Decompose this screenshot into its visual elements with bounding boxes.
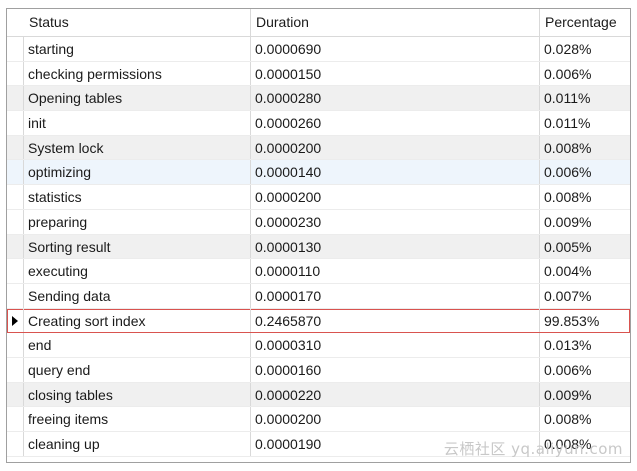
status-cell[interactable]: freeing items xyxy=(24,407,251,431)
duration-cell[interactable]: 0.0000110 xyxy=(251,259,540,283)
column-header-percentage[interactable]: Percentage xyxy=(540,9,630,36)
status-cell[interactable]: query end xyxy=(24,357,251,382)
status-cell[interactable]: checking permissions xyxy=(24,61,251,86)
table-row[interactable]: Opening tables 0.0000280 0.011% xyxy=(7,86,630,112)
grid-body: starting 0.0000690 0.028% checking permiss… xyxy=(7,37,630,457)
percentage-cell[interactable]: 0.008% xyxy=(540,407,630,431)
status-cell[interactable]: optimizing xyxy=(24,160,251,185)
duration-cell[interactable]: 0.0000200 xyxy=(251,407,540,431)
status-cell[interactable]: starting xyxy=(24,37,251,61)
table-row[interactable]: checking permissions 0.0000150 0.006% xyxy=(7,61,630,87)
table-row[interactable]: Sending data 0.0000170 0.007% xyxy=(7,283,630,309)
status-cell[interactable]: end xyxy=(24,333,251,357)
percentage-cell[interactable]: 0.005% xyxy=(540,235,630,259)
table-row[interactable]: preparing 0.0000230 0.009% xyxy=(7,209,630,235)
table-row[interactable]: optimizing 0.0000140 0.006% xyxy=(7,160,630,186)
row-indicator[interactable] xyxy=(7,382,24,407)
table-row[interactable]: freeing items 0.0000200 0.008% xyxy=(7,407,630,432)
duration-cell[interactable]: 0.0000150 xyxy=(251,61,540,86)
status-cell[interactable]: statistics xyxy=(24,185,251,209)
profile-result-grid: Status Duration Percentage starting 0.000… xyxy=(6,8,631,463)
row-indicator[interactable] xyxy=(7,308,24,333)
row-indicator[interactable] xyxy=(7,61,24,86)
row-indicator[interactable] xyxy=(7,185,24,209)
status-cell[interactable]: Creating sort index xyxy=(24,308,251,333)
row-indicator[interactable] xyxy=(7,37,24,61)
status-cell[interactable]: Opening tables xyxy=(24,86,251,111)
percentage-cell[interactable]: 0.011% xyxy=(540,111,630,135)
duration-cell[interactable]: 0.0000200 xyxy=(251,185,540,209)
row-indicator[interactable] xyxy=(7,407,24,431)
row-indicator[interactable] xyxy=(7,333,24,357)
table-row[interactable]: statistics 0.0000200 0.008% xyxy=(7,185,630,210)
duration-cell[interactable]: 0.2465870 xyxy=(251,308,540,333)
duration-cell[interactable]: 0.0000260 xyxy=(251,111,540,135)
percentage-cell[interactable]: 0.004% xyxy=(540,259,630,283)
row-indicator[interactable] xyxy=(7,234,24,259)
percentage-cell[interactable]: 0.008% xyxy=(540,136,630,160)
current-row-arrow-icon xyxy=(12,315,18,326)
duration-cell[interactable]: 0.0000310 xyxy=(251,333,540,357)
duration-cell[interactable]: 0.0000130 xyxy=(251,234,540,259)
column-header-duration[interactable]: Duration xyxy=(251,9,540,36)
row-indicator[interactable] xyxy=(7,160,24,185)
percentage-cell[interactable]: 0.006% xyxy=(540,358,630,382)
status-cell[interactable]: executing xyxy=(24,259,251,283)
table-row[interactable]: closing tables 0.0000220 0.009% xyxy=(7,382,630,408)
status-cell[interactable]: preparing xyxy=(24,209,251,234)
percentage-cell[interactable]: 99.853% xyxy=(540,309,630,333)
duration-cell[interactable]: 0.0000220 xyxy=(251,382,540,407)
row-indicator[interactable] xyxy=(7,259,24,283)
status-cell[interactable]: Sending data xyxy=(24,283,251,308)
row-indicator[interactable] xyxy=(7,111,24,135)
status-cell[interactable]: System lock xyxy=(24,135,251,160)
percentage-cell[interactable]: 0.013% xyxy=(540,333,630,357)
table-row[interactable]: Sorting result 0.0000130 0.005% xyxy=(7,234,630,260)
row-indicator[interactable] xyxy=(7,86,24,111)
status-cell[interactable]: Sorting result xyxy=(24,234,251,259)
status-cell[interactable]: cleaning up xyxy=(24,432,251,456)
grid-header: Status Duration Percentage xyxy=(7,9,630,37)
duration-cell[interactable]: 0.0000170 xyxy=(251,283,540,308)
table-row-selected[interactable]: Creating sort index 0.2465870 99.853% xyxy=(7,308,630,334)
percentage-cell[interactable]: 0.009% xyxy=(540,383,630,407)
table-row[interactable]: System lock 0.0000200 0.008% xyxy=(7,135,630,161)
duration-cell[interactable]: 0.0000160 xyxy=(251,357,540,382)
table-row[interactable]: init 0.0000260 0.011% xyxy=(7,111,630,136)
status-cell[interactable]: init xyxy=(24,111,251,135)
table-row[interactable]: end 0.0000310 0.013% xyxy=(7,333,630,358)
duration-cell[interactable]: 0.0000230 xyxy=(251,209,540,234)
percentage-cell[interactable]: 0.007% xyxy=(540,284,630,308)
percentage-cell[interactable]: 0.006% xyxy=(540,62,630,86)
watermark: 云栖社区 yq.aliyun.com xyxy=(443,440,623,458)
table-row[interactable]: query end 0.0000160 0.006% xyxy=(7,357,630,383)
percentage-cell[interactable]: 0.009% xyxy=(540,210,630,234)
percentage-cell[interactable]: 0.028% xyxy=(540,37,630,61)
table-row[interactable]: starting 0.0000690 0.028% xyxy=(7,37,630,62)
duration-cell[interactable]: 0.0000140 xyxy=(251,160,540,185)
percentage-cell[interactable]: 0.011% xyxy=(540,86,630,110)
status-cell[interactable]: closing tables xyxy=(24,382,251,407)
table-row[interactable]: executing 0.0000110 0.004% xyxy=(7,259,630,284)
percentage-cell[interactable]: 0.006% xyxy=(540,160,630,184)
duration-cell[interactable]: 0.0000690 xyxy=(251,37,540,61)
row-indicator[interactable] xyxy=(7,283,24,308)
duration-cell[interactable]: 0.0000280 xyxy=(251,86,540,111)
row-indicator[interactable] xyxy=(7,432,24,456)
row-indicator[interactable] xyxy=(7,209,24,234)
column-header-status[interactable]: Status xyxy=(24,9,251,36)
percentage-cell[interactable]: 0.008% xyxy=(540,185,630,209)
row-indicator[interactable] xyxy=(7,357,24,382)
row-indicator[interactable] xyxy=(7,135,24,160)
duration-cell[interactable]: 0.0000200 xyxy=(251,135,540,160)
